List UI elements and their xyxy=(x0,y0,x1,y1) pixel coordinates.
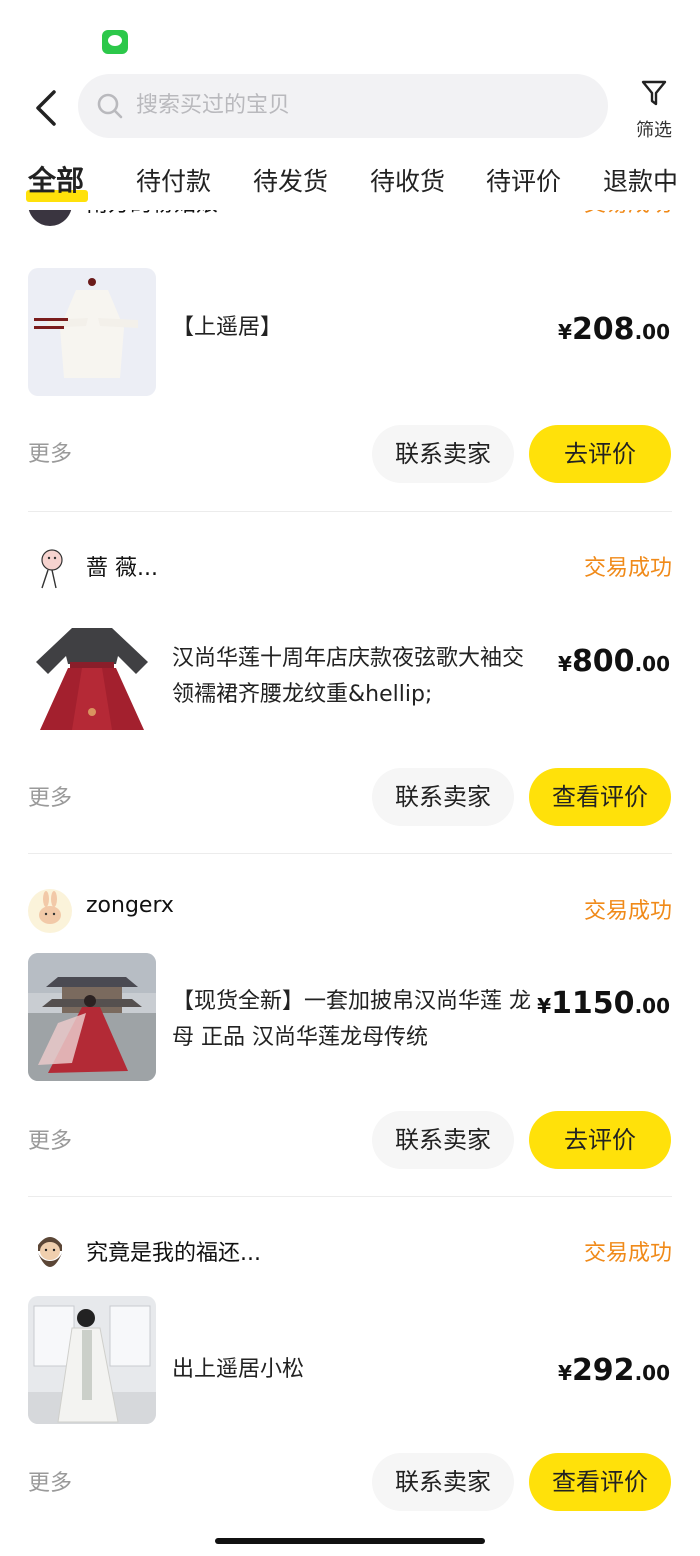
seller-row[interactable]: zongerx 交易成功 xyxy=(28,889,672,933)
product-title[interactable]: 汉尚华莲十周年店庆款夜弦歌大袖交领襦裙齐腰龙纹重&hellip; xyxy=(172,641,532,713)
more-link[interactable]: 更多 xyxy=(28,1123,72,1155)
tab-pending-payment[interactable]: 待付款 xyxy=(136,162,211,198)
red-hanfu-palace-photo xyxy=(28,953,156,1081)
product-thumbnail[interactable] xyxy=(28,1296,156,1424)
order-status-tabs: 全部 待付款 待发货 待收货 待评价 退款中 xyxy=(0,150,700,210)
seller-row[interactable]: 蔷 薇... 交易成功 xyxy=(28,546,672,590)
view-review-button[interactable]: 查看评价 xyxy=(529,768,671,826)
search-input[interactable]: 搜索买过的宝贝 xyxy=(78,74,608,138)
order-status: 交易成功 xyxy=(583,1241,672,1266)
rabbit-cartoon-avatar-icon xyxy=(39,891,61,924)
order-status: 交易成功 xyxy=(583,899,672,924)
view-review-button[interactable]: 查看评价 xyxy=(529,1453,671,1511)
seller-avatar xyxy=(28,889,72,933)
seller-avatar xyxy=(28,546,72,590)
hanfu-white-dress-image xyxy=(28,268,156,396)
seller-name: 究竟是我的福还... xyxy=(86,1241,261,1266)
product-price: ¥208.00 xyxy=(558,312,670,347)
review-button[interactable]: 去评价 xyxy=(529,1111,671,1169)
product-thumbnail[interactable] xyxy=(28,953,156,1081)
divider xyxy=(28,511,672,512)
red-hanfu-dress-image xyxy=(28,612,156,740)
filter-label: 筛选 xyxy=(636,120,672,141)
message-notification-icon xyxy=(102,30,128,54)
bearded-man-avatar-icon xyxy=(38,1237,62,1267)
product-title[interactable]: 【上遥居】 xyxy=(172,310,532,346)
contact-seller-button[interactable]: 联系卖家 xyxy=(372,1111,514,1169)
divider xyxy=(28,853,672,854)
order-list[interactable]: 南方的粉姑娘 交易成功 【上遥居】 ¥208.00 更多 联系卖家 去评价 xyxy=(0,210,700,1530)
more-link[interactable]: 更多 xyxy=(28,780,72,812)
product-thumbnail[interactable] xyxy=(28,268,156,396)
pig-cartoon-avatar-icon xyxy=(41,549,63,589)
product-price: ¥1150.00 xyxy=(537,986,670,1021)
back-button[interactable] xyxy=(30,86,66,130)
seller-avatar xyxy=(28,210,72,226)
tab-pending-review[interactable]: 待评价 xyxy=(486,162,561,198)
home-indicator[interactable] xyxy=(215,1538,485,1544)
back-chevron-icon xyxy=(36,90,56,126)
filter-funnel-icon xyxy=(641,80,667,106)
contact-seller-button[interactable]: 联系卖家 xyxy=(372,1453,514,1511)
order-status: 交易成功 xyxy=(583,556,672,581)
seller-name: 南方的粉姑娘 xyxy=(86,210,218,218)
tab-all[interactable]: 全部 xyxy=(28,159,84,199)
product-price: ¥292.00 xyxy=(558,1353,670,1388)
product-price: ¥800.00 xyxy=(558,644,670,679)
seller-row[interactable]: 南方的粉姑娘 交易成功 xyxy=(28,210,672,226)
contact-seller-button[interactable]: 联系卖家 xyxy=(372,425,514,483)
seller-name: 蔷 薇... xyxy=(86,556,158,581)
product-thumbnail[interactable] xyxy=(28,612,156,740)
product-title[interactable]: 【现货全新】一套加披帛汉尚华莲 龙母 正品 汉尚华莲龙母传统 xyxy=(172,984,532,1056)
seller-row[interactable]: 究竟是我的福还... 交易成功 xyxy=(28,1231,672,1275)
search-placeholder: 搜索买过的宝贝 xyxy=(136,93,291,118)
review-button[interactable]: 去评价 xyxy=(529,425,671,483)
contact-seller-button[interactable]: 联系卖家 xyxy=(372,768,514,826)
tab-pending-shipment[interactable]: 待发货 xyxy=(253,162,328,198)
more-link[interactable]: 更多 xyxy=(28,436,72,468)
more-link[interactable]: 更多 xyxy=(28,1465,72,1497)
seller-avatar xyxy=(28,1231,72,1275)
search-icon xyxy=(97,93,123,119)
seller-name: zongerx xyxy=(86,893,174,918)
divider xyxy=(28,1196,672,1197)
white-robe-photo xyxy=(28,1296,156,1424)
product-title[interactable]: 出上遥居小松 xyxy=(172,1352,532,1388)
tab-pending-receipt[interactable]: 待收货 xyxy=(370,162,445,198)
order-status: 交易成功 xyxy=(584,210,672,218)
filter-button[interactable]: 筛选 xyxy=(626,74,682,144)
tab-refunding[interactable]: 退款中 xyxy=(603,162,678,198)
